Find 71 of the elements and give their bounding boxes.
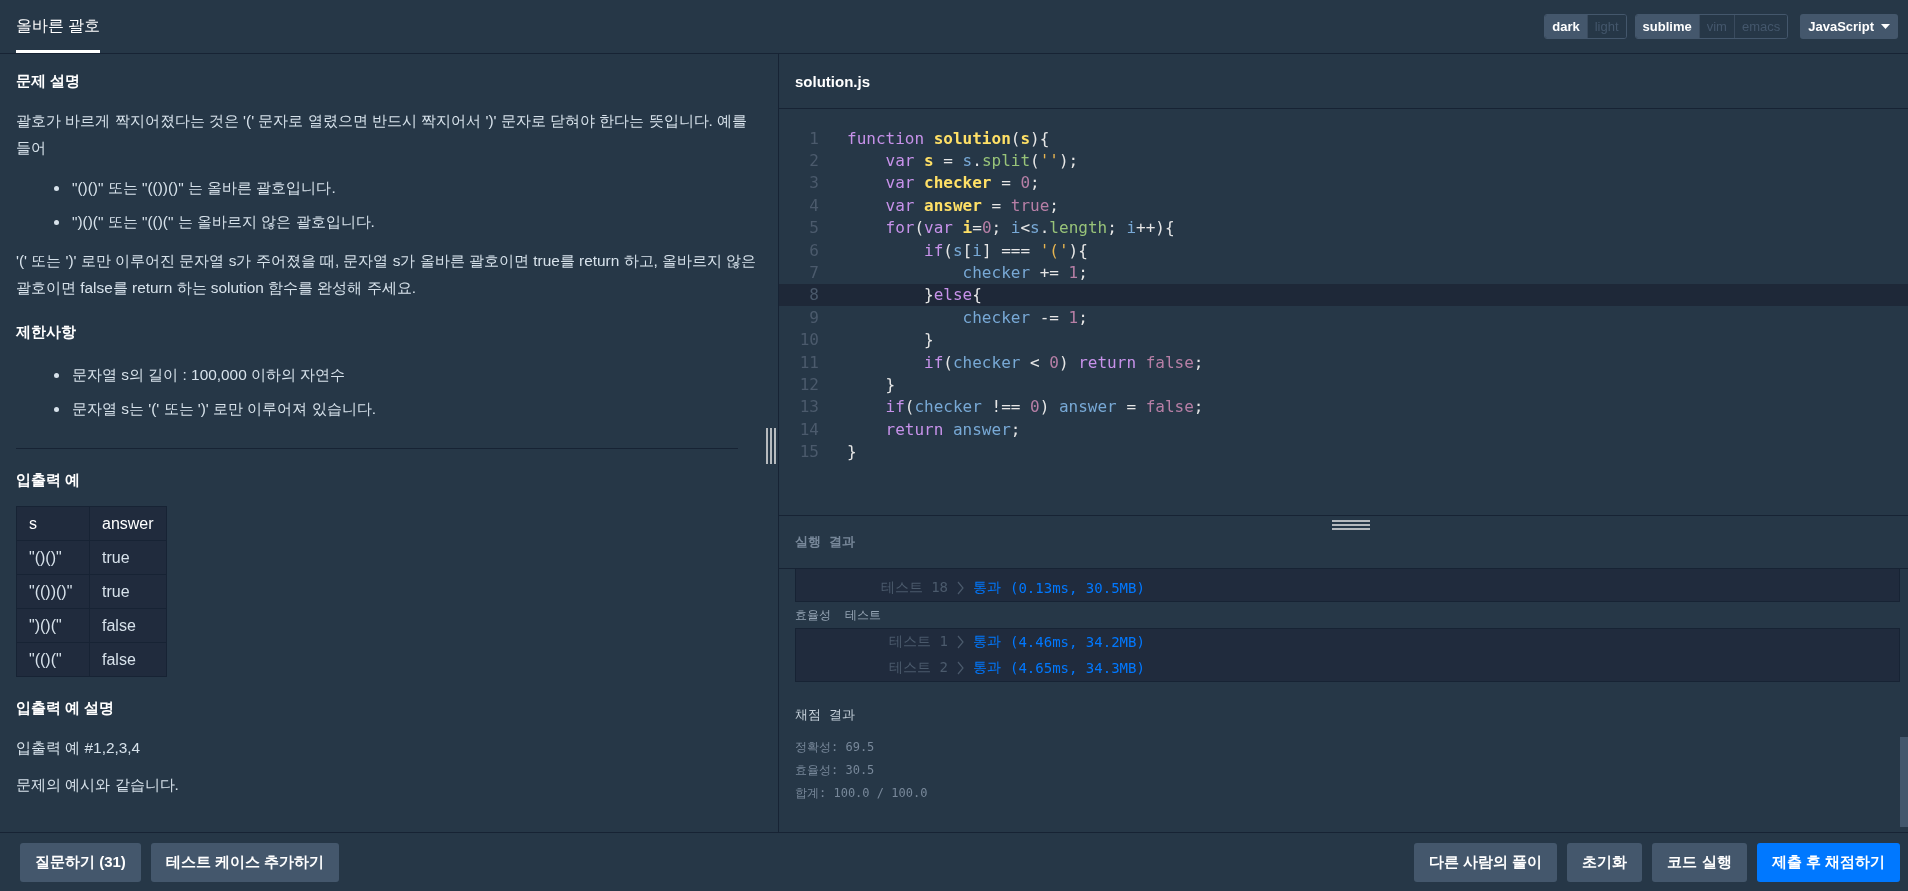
- code-line: for(var i=0; i<s.length; i++){: [884, 218, 1175, 238]
- test-detail: (0.13ms, 30.5MB): [1010, 580, 1145, 596]
- score-line: 효율성: 30.5: [795, 762, 876, 779]
- action-button[interactable]: 초기화: [1567, 842, 1643, 882]
- code-line: if(checker < 0) return false;: [923, 352, 1204, 372]
- code-line: checker -= 1;: [961, 307, 1088, 327]
- bullet-icon: [54, 372, 59, 378]
- code-line: }: [923, 330, 934, 350]
- table-cell: "(()(": [16, 642, 90, 677]
- test-status: 통과: [973, 659, 1001, 677]
- language-dropdown[interactable]: JavaScript: [1800, 14, 1898, 39]
- code-line: checker += 1;: [961, 263, 1088, 283]
- column-header: s: [16, 506, 90, 541]
- resize-handle-icon[interactable]: [1332, 520, 1370, 530]
- action-button[interactable]: 질문하기 (31): [20, 842, 141, 882]
- bullet-icon: [54, 185, 59, 191]
- list-item: 문자열 s는 '(' 또는 ')' 로만 이루어져 있습니다.: [72, 399, 376, 419]
- bullet-icon: [54, 219, 59, 225]
- list-item: ")()(" 또는 "(()(" 는 올바르지 않은 괄호입니다.: [72, 212, 375, 232]
- code-line: var s = s.split('');: [884, 151, 1079, 171]
- chevron-icon: [957, 661, 964, 675]
- resize-handle-icon[interactable]: [766, 428, 776, 464]
- list-item: 문자열 s의 길이 : 100,000 이하의 자연수: [72, 365, 346, 385]
- table-cell: "(())()": [16, 574, 90, 609]
- test-detail: (4.46ms, 34.2MB): [1010, 634, 1145, 650]
- paragraph: 괄호가 바르게 짝지어졌다는 것은 '(' 문자로 열렸으면 반드시 짝지어서 ')' 문자로 닫혀야 한다는 뜻입니다. 예를 들어: [16, 111, 749, 158]
- grading-title: 채점 결과: [795, 706, 856, 724]
- code-line: function solution(s){: [847, 128, 1050, 148]
- code-line: }: [884, 375, 896, 394]
- code-line: }else{: [923, 285, 982, 305]
- keymap-option[interactable]: sublime: [1635, 15, 1699, 38]
- table-cell: ")()(": [16, 608, 90, 643]
- theme-option[interactable]: dark: [1545, 15, 1587, 38]
- paragraph: 문제의 예시와 같습니다.: [16, 775, 180, 795]
- table-cell: "()()": [16, 540, 90, 575]
- file-name: solution.js: [795, 72, 870, 90]
- code-line: if(s[i] === '('){: [923, 240, 1088, 260]
- caret-icon: [1881, 24, 1890, 29]
- table-cell: true: [89, 540, 167, 575]
- table-cell: false: [89, 608, 167, 643]
- list-item: "()()" 또는 "(())()" 는 올바른 괄호입니다.: [72, 178, 336, 198]
- column-header: answer: [89, 506, 167, 541]
- chevron-icon: [957, 635, 964, 649]
- section-heading: 입출력 예 설명: [16, 699, 116, 718]
- paragraph: '(' 또는 ')' 로만 이루어진 문자열 s가 주어졌을 때, 문자열 s가 올바른 괄호이면 true를 return 하고, 올바르지 않은 괄호이면 false를 return 하는 solution 함수를 완성해 주세요.: [16, 251, 758, 298]
- test-detail: (4.65ms, 34.3MB): [1010, 660, 1145, 676]
- table-cell: false: [89, 642, 167, 677]
- test-status: 통과: [973, 633, 1001, 651]
- table-cell: true: [89, 574, 167, 609]
- action-button[interactable]: 테스트 케이스 추가하기: [150, 842, 340, 882]
- code-line: var checker = 0;: [884, 173, 1040, 193]
- results-title: 실행 결과: [795, 533, 855, 551]
- bullet-icon: [54, 406, 59, 412]
- score-line: 정확성: 69.5: [795, 739, 876, 756]
- code-line: return answer;: [884, 419, 1021, 439]
- problem-tab[interactable]: 올바른 괄호: [16, 3, 101, 53]
- chevron-icon: [957, 581, 964, 595]
- code-line: }: [847, 442, 857, 462]
- action-button[interactable]: 제출 후 채점하기: [1756, 842, 1900, 882]
- section-heading: 제한사항: [16, 323, 77, 342]
- paragraph: 입출력 예 #1,2,3,4: [16, 738, 142, 758]
- section-heading: 입출력 예: [16, 471, 82, 490]
- score-line: 합계: 100.0 / 100.0: [795, 785, 929, 802]
- section-heading: 문제 설명: [16, 72, 82, 91]
- code-line: var answer = true;: [884, 195, 1059, 215]
- action-button[interactable]: 코드 실행: [1652, 842, 1747, 882]
- action-button[interactable]: 다른 사람의 풀이: [1414, 842, 1558, 882]
- code-line: if(checker !== 0) answer = false;: [884, 397, 1204, 417]
- scrollbar-thumb[interactable]: [1900, 737, 1908, 827]
- group-label: 효율성 테스트: [795, 606, 882, 624]
- test-status: 통과: [973, 579, 1001, 597]
